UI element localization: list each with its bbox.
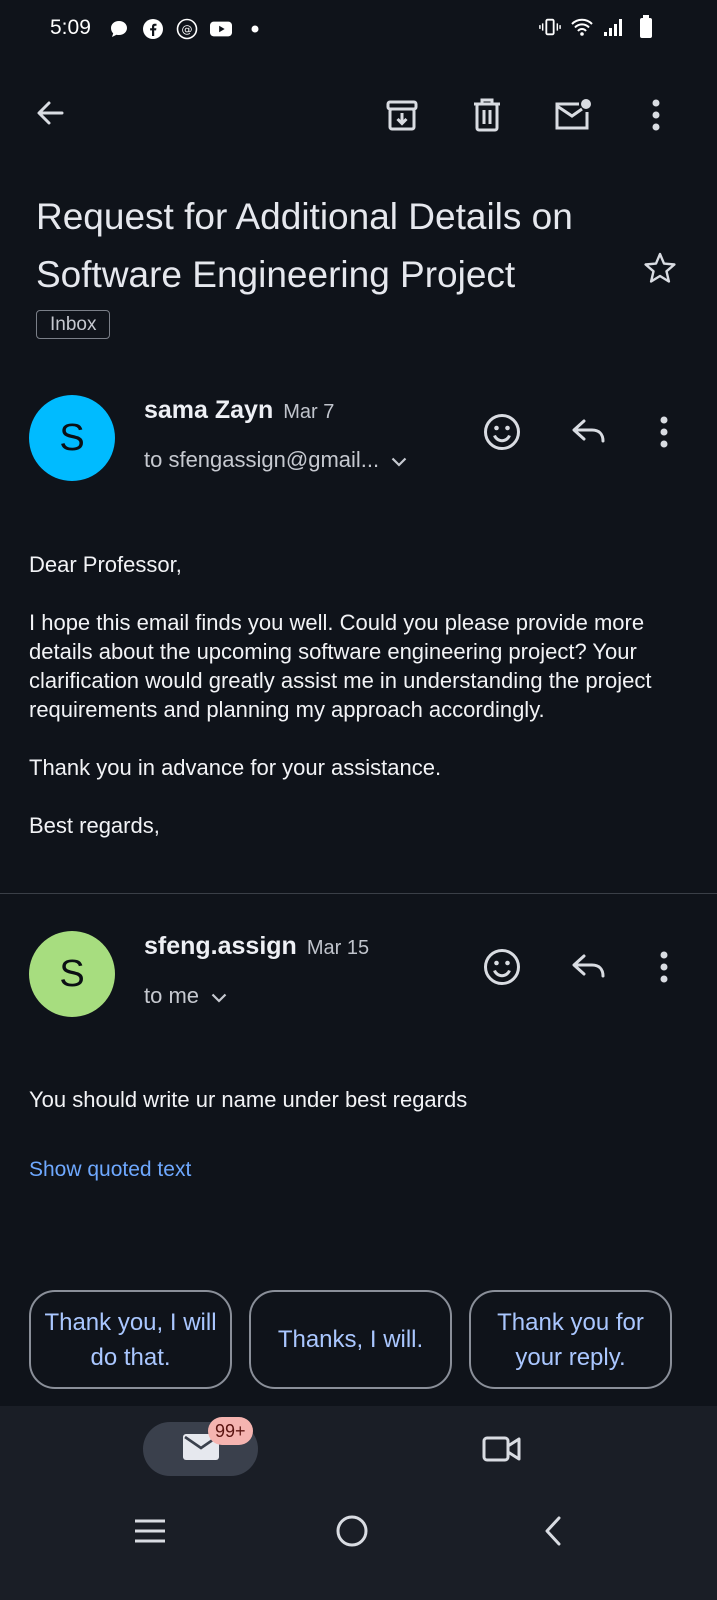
recipient-text: to me bbox=[144, 983, 200, 1008]
back-icon[interactable] bbox=[529, 1507, 577, 1555]
smart-reply-button[interactable]: Thank you, I will do that. bbox=[29, 1290, 232, 1389]
message-divider bbox=[0, 893, 717, 894]
mark-unread-icon[interactable] bbox=[549, 91, 597, 139]
message-date: Mar 15 bbox=[306, 937, 370, 959]
svg-text:@: @ bbox=[182, 23, 193, 36]
reply-icon[interactable] bbox=[565, 943, 613, 991]
sender-line: sama Zayn Mar 7 bbox=[144, 396, 334, 425]
avatar[interactable]: S bbox=[29, 395, 115, 481]
battery-icon bbox=[635, 15, 657, 38]
signal-icon bbox=[603, 16, 625, 38]
smart-reply-button[interactable]: Thank you for your reply. bbox=[469, 1290, 672, 1389]
body-paragraph: Dear Professor, bbox=[29, 552, 182, 577]
back-arrow-icon[interactable] bbox=[26, 89, 74, 137]
more-vert-icon[interactable] bbox=[632, 91, 680, 139]
wifi-icon bbox=[571, 16, 593, 38]
emoji-reaction-icon[interactable] bbox=[478, 408, 526, 456]
message-body: You should write ur name under best rega… bbox=[29, 1085, 669, 1114]
vibrate-icon bbox=[539, 16, 561, 38]
avatar[interactable]: S bbox=[29, 931, 115, 1017]
message-body: Dear Professor, I hope this email finds … bbox=[29, 550, 669, 840]
smart-reply-label: Thank you for your reply. bbox=[497, 1308, 644, 1371]
video-icon[interactable] bbox=[478, 1425, 526, 1473]
facebook-icon bbox=[142, 18, 164, 40]
smart-reply-label: Thanks, I will. bbox=[277, 1326, 424, 1353]
body-paragraph: Best regards, bbox=[29, 813, 160, 838]
recipient-text: to sfengassign@gmail... bbox=[144, 447, 380, 472]
chevron-down-icon bbox=[391, 447, 407, 473]
chat-bubble-icon bbox=[108, 18, 130, 40]
sender-line: sfeng.assign Mar 15 bbox=[144, 932, 369, 961]
email-subject: Request for Additional Details on Softwa… bbox=[36, 196, 573, 295]
home-icon[interactable] bbox=[328, 1507, 376, 1555]
recipient-details-toggle[interactable]: to sfengassign@gmail... bbox=[144, 447, 407, 473]
message-more-icon[interactable] bbox=[640, 408, 688, 456]
bottom-navigation bbox=[0, 1406, 717, 1600]
dot-icon bbox=[244, 18, 266, 40]
body-paragraph: I hope this email finds you well. Could … bbox=[29, 610, 652, 722]
threads-icon: @ bbox=[176, 18, 198, 40]
smart-reply-button[interactable]: Thanks, I will. bbox=[249, 1290, 452, 1389]
avatar-letter: S bbox=[59, 416, 85, 459]
archive-icon[interactable] bbox=[378, 91, 426, 139]
sender-name: sfeng.assign bbox=[144, 932, 297, 960]
smart-reply-label: Thank you, I will do that. bbox=[44, 1308, 217, 1371]
status-system-icons bbox=[539, 15, 657, 38]
recipient-details-toggle[interactable]: to me bbox=[144, 983, 227, 1009]
show-quoted-text-link[interactable]: Show quoted text bbox=[29, 1158, 191, 1182]
inbox-label-chip[interactable]: Inbox bbox=[36, 310, 111, 339]
unread-count-badge: 99+ bbox=[208, 1417, 253, 1445]
message-date: Mar 7 bbox=[283, 401, 335, 423]
sender-name: sama Zayn bbox=[144, 396, 274, 424]
star-icon[interactable] bbox=[636, 244, 684, 292]
message-more-icon[interactable] bbox=[640, 943, 688, 991]
emoji-reaction-icon[interactable] bbox=[478, 943, 526, 991]
chevron-down-icon bbox=[211, 983, 227, 1009]
avatar-letter: S bbox=[59, 952, 85, 995]
recents-icon[interactable] bbox=[126, 1507, 174, 1555]
status-time: 5:09 bbox=[50, 16, 91, 39]
body-paragraph: Thank you in advance for your assistance… bbox=[29, 755, 442, 780]
body-paragraph: You should write ur name under best rega… bbox=[29, 1087, 468, 1112]
youtube-icon bbox=[210, 18, 232, 40]
status-notification-icons: @ bbox=[108, 18, 266, 40]
reply-icon[interactable] bbox=[565, 408, 613, 456]
delete-icon[interactable] bbox=[463, 91, 511, 139]
